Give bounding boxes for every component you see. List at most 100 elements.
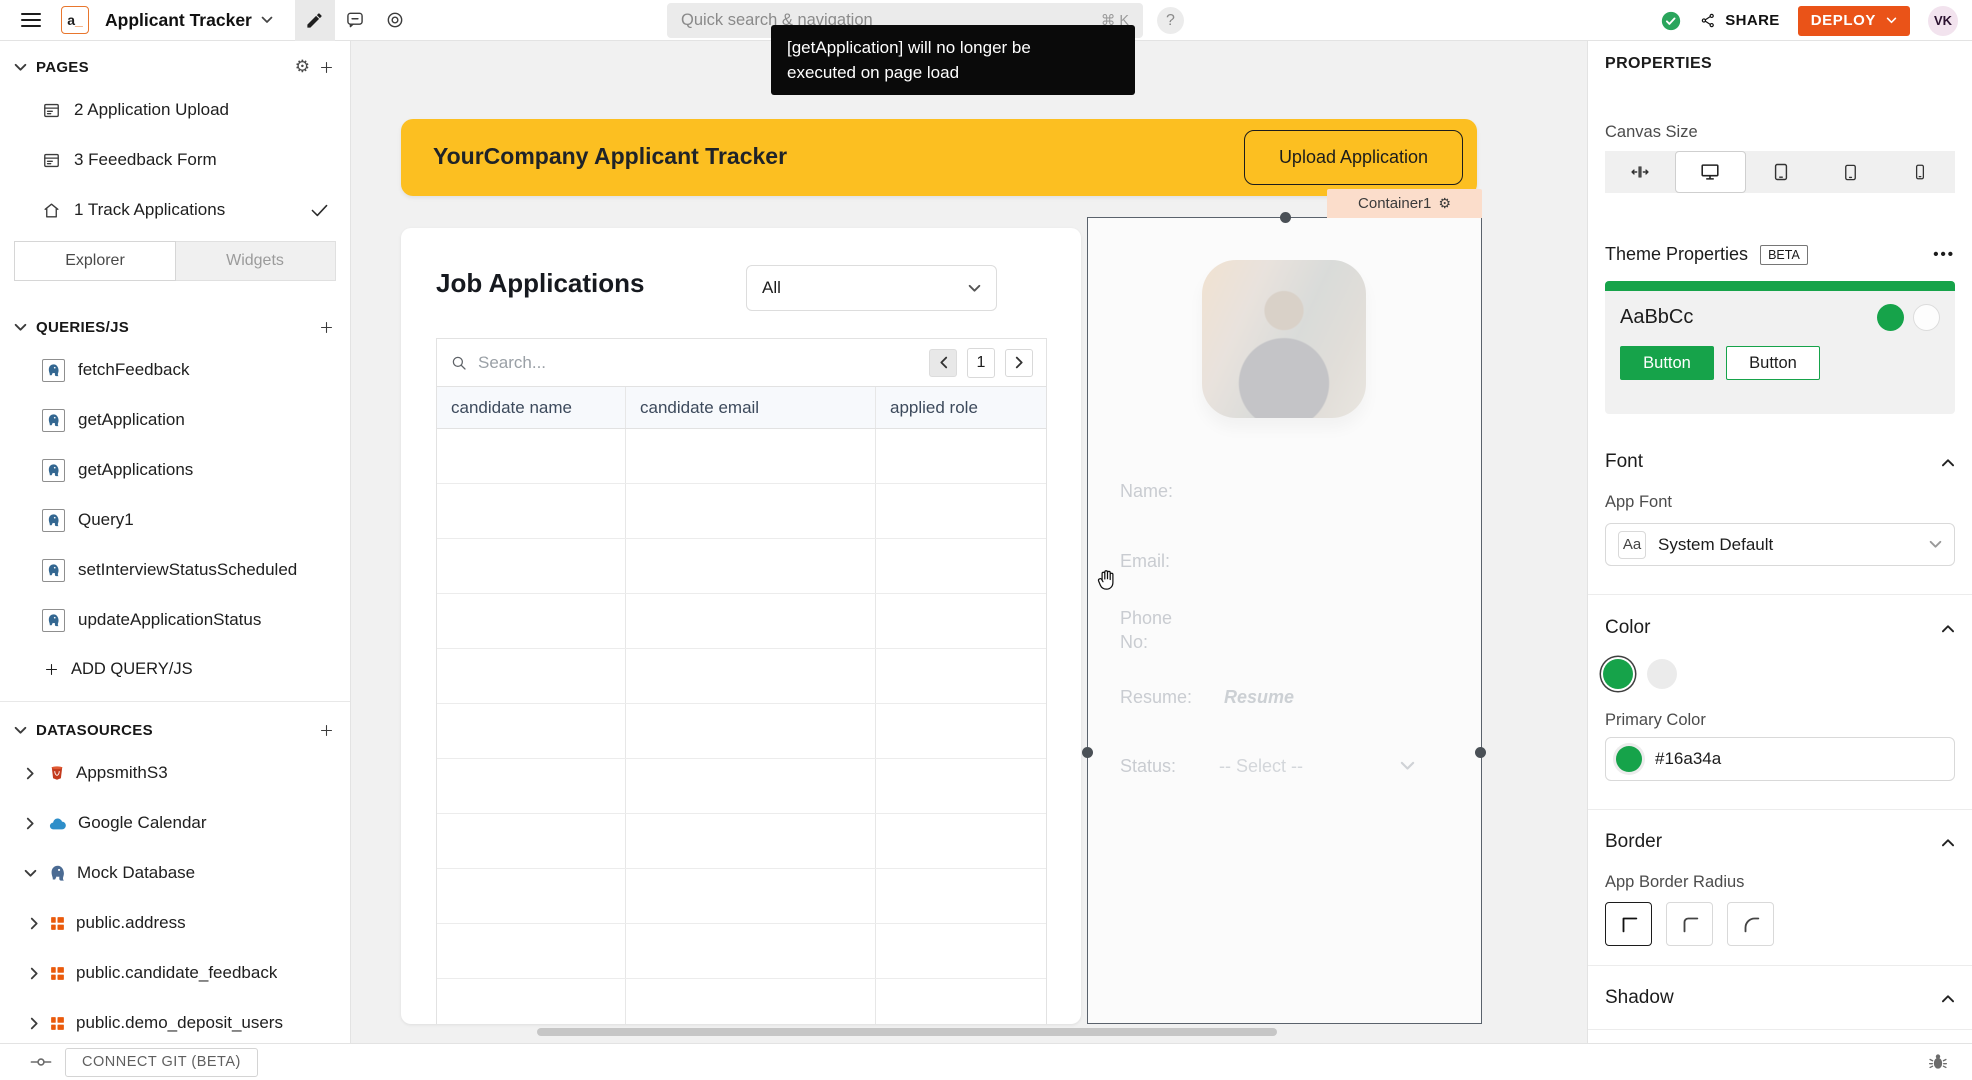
font-section-header[interactable]: Font	[1605, 451, 1955, 473]
app-title-chevron-icon[interactable]	[261, 16, 273, 24]
column-header-candidate-email[interactable]: candidate email	[626, 387, 876, 428]
sidebar-item-query[interactable]: updateApplicationStatus	[0, 595, 350, 645]
sidebar-item-query[interactable]: getApplication	[0, 395, 350, 445]
background-color-swatch[interactable]	[1647, 659, 1677, 689]
radius-medium-option[interactable]	[1666, 902, 1713, 946]
canvas-size-tablet-option[interactable]	[1816, 151, 1886, 193]
tab-widgets[interactable]: Widgets	[175, 242, 335, 280]
container1-widget-selected[interactable]: Name: Email: Phone No: Resume: Resume St…	[1082, 212, 1486, 1024]
upload-application-button[interactable]: Upload Application	[1244, 130, 1463, 185]
table-cell	[437, 484, 626, 538]
radius-none-option-selected[interactable]	[1605, 902, 1652, 946]
datasources-section-header[interactable]: DATASOURCES	[0, 712, 350, 748]
sidebar-item-page-track-applications[interactable]: 1 Track Applications	[0, 185, 350, 235]
pages-section-header[interactable]: PAGES ⚙	[0, 49, 350, 85]
table-row[interactable]	[437, 429, 1046, 484]
detail-phone-label: Phone No:	[1120, 608, 1173, 652]
sidebar-item-query[interactable]: fetchFeedback	[0, 345, 350, 395]
comment-mode-button[interactable]	[335, 0, 375, 41]
table-row[interactable]	[437, 704, 1046, 759]
selected-widget-tag[interactable]: Container1 ⚙	[1327, 189, 1482, 218]
deploy-button[interactable]: DEPLOY	[1797, 5, 1910, 36]
pagination-next-button[interactable]	[1005, 348, 1033, 377]
canvas-size-fluid-option[interactable]	[1605, 151, 1675, 193]
column-header-applied-role[interactable]: applied role	[876, 387, 1046, 428]
canvas-horizontal-scrollbar[interactable]	[537, 1028, 1277, 1036]
column-header-candidate-name[interactable]: candidate name	[437, 387, 626, 428]
sidebar-item-query[interactable]: getApplications	[0, 445, 350, 495]
debug-bug-icon[interactable]	[1928, 1052, 1948, 1072]
table-cell	[437, 649, 626, 703]
detail-status-select[interactable]: -- Select --	[1219, 756, 1303, 777]
sidebar-item-page-feedback-form[interactable]: 3 Feeedback Form	[0, 135, 350, 185]
radius-large-option[interactable]	[1727, 902, 1774, 946]
table-row[interactable]	[437, 924, 1046, 979]
share-button[interactable]: SHARE	[1700, 12, 1780, 29]
page-icon	[44, 153, 59, 167]
sidebar-item-datasource-google-calendar[interactable]: Google Calendar	[0, 798, 350, 848]
chevron-down-icon	[1929, 540, 1942, 548]
home-icon	[44, 202, 59, 218]
table-cell	[876, 924, 1046, 978]
pagination-page-number[interactable]: 1	[967, 347, 995, 378]
sidebar-item-table-candidate-feedback[interactable]: public.candidate_feedback	[0, 948, 350, 998]
sidebar-item-query[interactable]: Query1	[0, 495, 350, 545]
detail-resume-link[interactable]: Resume	[1224, 687, 1294, 708]
status-filter-select[interactable]: All	[746, 265, 997, 311]
chevron-down-icon	[14, 323, 27, 331]
add-query-icon[interactable]	[319, 320, 334, 335]
user-avatar[interactable]: VK	[1928, 5, 1958, 36]
canvas-size-mobile-option[interactable]	[1885, 151, 1955, 193]
app-header-widget[interactable]: YourCompany Applicant Tracker Upload App…	[401, 119, 1477, 196]
app-logo[interactable]: a _	[61, 6, 89, 34]
theme-preview-card[interactable]: AaBbCc Button Button	[1605, 281, 1955, 414]
help-button[interactable]: ?	[1157, 7, 1184, 34]
primary-color-swatch-selected[interactable]	[1603, 659, 1633, 689]
connect-git-button[interactable]: CONNECT GIT (BETA)	[30, 1047, 258, 1077]
color-section-header[interactable]: Color	[1605, 617, 1955, 639]
resize-handle-top[interactable]	[1280, 212, 1291, 223]
primary-color-input[interactable]: #16a34a	[1605, 737, 1955, 781]
sidebar-item-query[interactable]: setInterviewStatusScheduled	[0, 545, 350, 595]
theme-menu-button[interactable]: •••	[1933, 246, 1955, 263]
table-row[interactable]	[437, 649, 1046, 704]
table-row[interactable]	[437, 814, 1046, 869]
detail-status-label: Status:	[1120, 756, 1177, 776]
table-row[interactable]	[437, 759, 1046, 814]
table-row[interactable]	[437, 484, 1046, 539]
table-row[interactable]	[437, 539, 1046, 594]
pagination-prev-button[interactable]	[929, 348, 957, 377]
preview-mode-button[interactable]	[375, 0, 415, 41]
app-canvas[interactable]: YourCompany Applicant Tracker Upload App…	[351, 41, 1587, 1043]
table-row[interactable]	[437, 594, 1046, 649]
canvas-size-desktop-option[interactable]	[1674, 151, 1747, 193]
resize-handle-right[interactable]	[1475, 747, 1486, 758]
resize-handle-left[interactable]	[1082, 747, 1093, 758]
edit-mode-button[interactable]	[294, 0, 335, 41]
app-title[interactable]: Applicant Tracker	[105, 10, 252, 31]
primary-color-dot	[1616, 746, 1642, 772]
table-search-input[interactable]: Search...	[478, 353, 919, 373]
shadow-section-header[interactable]: Shadow	[1605, 987, 1955, 1009]
widget-settings-gear-icon[interactable]: ⚙	[1438, 195, 1451, 212]
border-section-header[interactable]: Border	[1605, 831, 1955, 853]
app-font-select[interactable]: Aa System Default	[1605, 523, 1955, 566]
canvas-size-tablet-large-option[interactable]	[1746, 151, 1816, 193]
sidebar-item-datasource-appsmiths3[interactable]: AppsmithS3	[0, 748, 350, 798]
add-datasource-icon[interactable]	[319, 723, 334, 738]
table-cell	[437, 704, 626, 758]
table-cell	[437, 429, 626, 483]
pages-settings-gear-icon[interactable]: ⚙	[295, 57, 310, 77]
add-query-button[interactable]: ADD QUERY/JS	[0, 645, 350, 693]
sidebar-item-page-application-upload[interactable]: 2 Application Upload	[0, 85, 350, 135]
table-row[interactable]	[437, 979, 1046, 1024]
add-page-icon[interactable]	[319, 60, 334, 75]
job-applications-table-widget[interactable]: Job Applications All Search... 1 candida…	[401, 228, 1081, 1024]
hamburger-menu-icon[interactable]	[14, 12, 48, 28]
tab-explorer[interactable]: Explorer	[14, 241, 176, 281]
table-row[interactable]	[437, 869, 1046, 924]
queries-section-header[interactable]: QUERIES/JS	[0, 309, 350, 345]
sidebar-item-datasource-mock-database[interactable]: Mock Database	[0, 848, 350, 898]
sidebar-item-table-address[interactable]: public.address	[0, 898, 350, 948]
sidebar-item-table-demo-deposit-users[interactable]: public.demo_deposit_users	[0, 998, 350, 1043]
